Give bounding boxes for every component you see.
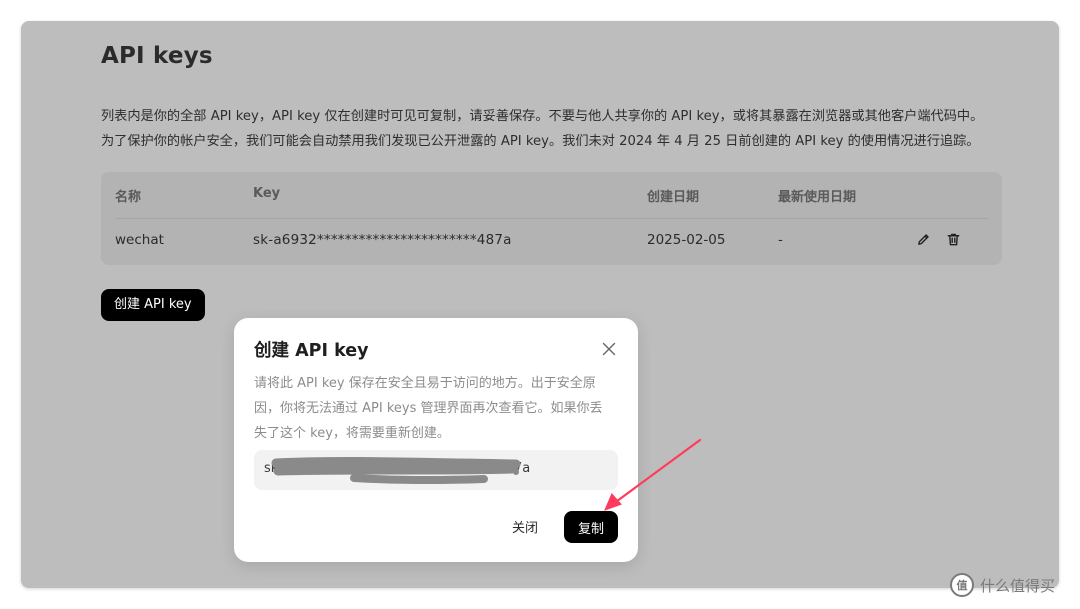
cell-created: 2025-02-05 bbox=[647, 232, 726, 248]
modal-description-line: 因，你将无法通过 API keys 管理界面再次查看它。如果你丢 bbox=[254, 401, 603, 416]
redaction-scribble-icon bbox=[271, 456, 521, 484]
cell-last-used: - bbox=[778, 232, 783, 248]
watermark: 值 什么值得买 bbox=[950, 573, 1055, 597]
table-divider bbox=[115, 218, 988, 219]
api-key-field[interactable]: sk 7a bbox=[254, 450, 618, 490]
cell-key: sk-a6932***********************487a bbox=[253, 232, 512, 248]
header-created: 创建日期 bbox=[647, 190, 700, 205]
row-actions bbox=[914, 230, 962, 248]
modal-description-line: 请将此 API key 保存在安全且易于访问的地方。出于安全原 bbox=[254, 376, 596, 391]
create-api-key-button[interactable]: 创建 API key bbox=[101, 289, 205, 321]
copy-button[interactable]: 复制 bbox=[564, 511, 618, 543]
pencil-icon[interactable] bbox=[914, 230, 932, 248]
header-name: 名称 bbox=[115, 190, 142, 205]
modal-description-line: 失了这个 key，将需要重新创建。 bbox=[254, 426, 450, 441]
modal-description: 请将此 API key 保存在安全且易于访问的地方。出于安全原 因，你将无法通过… bbox=[254, 371, 620, 446]
header-key: Key bbox=[253, 186, 281, 201]
watermark-logo-icon: 值 bbox=[950, 573, 974, 597]
close-icon[interactable] bbox=[600, 340, 618, 358]
create-key-modal: 创建 API key 请将此 API key 保存在安全且易于访问的地方。出于安… bbox=[234, 318, 638, 562]
watermark-text: 什么值得买 bbox=[980, 576, 1056, 595]
trash-icon[interactable] bbox=[944, 230, 962, 248]
modal-close-button[interactable]: 关闭 bbox=[500, 514, 550, 544]
api-keys-table: 名称 Key 创建日期 最新使用日期 wechat sk-a6932******… bbox=[101, 172, 1002, 265]
page-description: 列表内是你的全部 API key，API key 仅在创建时可见可复制，请妥善保… bbox=[101, 104, 1001, 154]
description-line: 为了保护你的帐户安全，我们可能会自动禁用我们发现已公开泄露的 API key。我… bbox=[101, 134, 980, 149]
modal-title: 创建 API key bbox=[254, 341, 369, 361]
header-last-used: 最新使用日期 bbox=[778, 190, 857, 205]
description-line: 列表内是你的全部 API key，API key 仅在创建时可见可复制，请妥善保… bbox=[101, 109, 984, 124]
page-title: API keys bbox=[101, 43, 213, 69]
cell-name: wechat bbox=[115, 232, 164, 248]
